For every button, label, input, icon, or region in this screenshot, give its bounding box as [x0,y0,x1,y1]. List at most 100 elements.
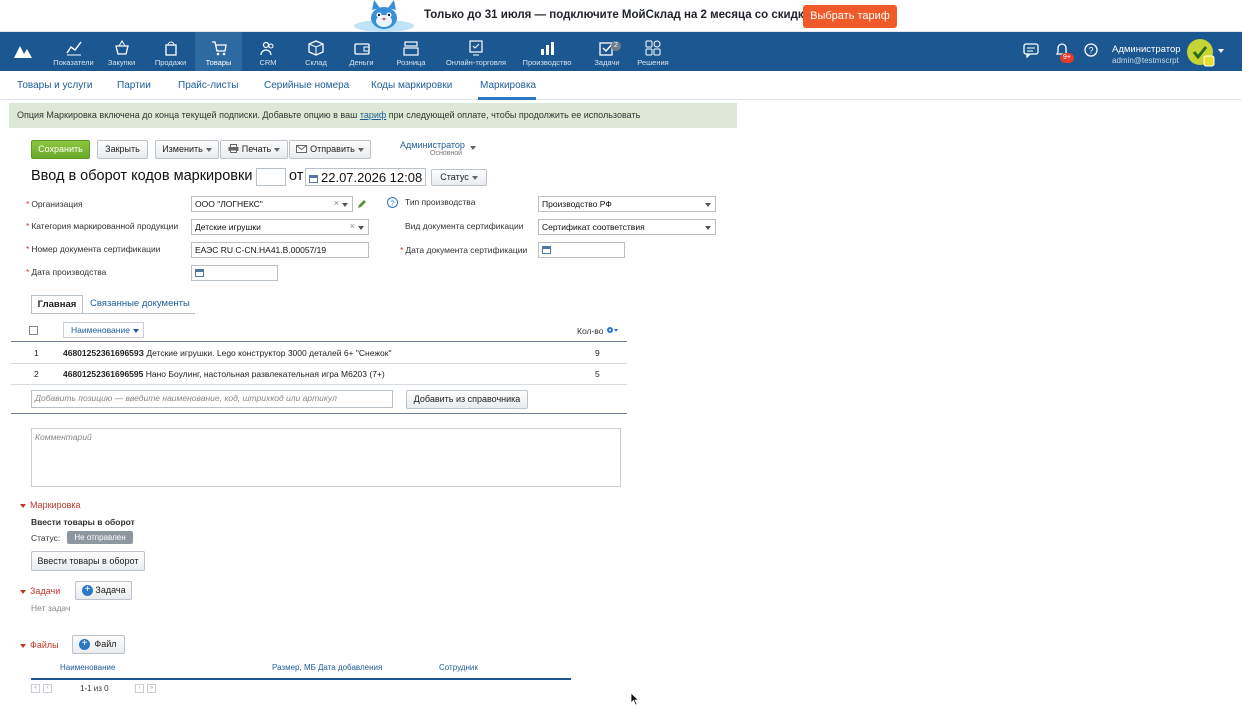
user-menu-chevron-icon[interactable] [1218,49,1224,53]
files-section-toggle[interactable]: Файлы [20,640,59,650]
register-icon [403,41,419,56]
owner-selector[interactable]: Администратор [400,140,465,150]
nav-item-label: Розница [396,58,426,67]
people-icon [260,41,274,56]
tab-main[interactable]: Главная [31,295,83,314]
nav-item-label: Склад [305,58,327,67]
nav-item-label: Деньги [349,58,374,67]
add-from-reference-button[interactable]: Добавить из справочника [406,390,528,409]
certnum-input[interactable]: ЕАЭС RU C-CN.HA41.B.00057/19 [191,242,369,258]
pager-last-button[interactable]: » [147,684,156,693]
plus-circle-icon: + [82,585,93,596]
prodtype-label: Тип производства [405,197,476,207]
doc-number-input[interactable] [256,168,286,186]
edit-menu-button[interactable]: Изменить [155,140,219,159]
owner-chevron-icon[interactable] [470,146,476,150]
moysklad-logo-icon[interactable] [13,43,33,59]
help-circle-icon[interactable]: ? [387,197,398,208]
chevron-down-icon[interactable] [705,226,711,230]
files-col-date[interactable]: Дата добавления [318,663,382,672]
submenu-item-2[interactable]: Прайс-листы [178,80,238,91]
nav-item-2[interactable]: Продажи [148,32,193,71]
choose-tariff-button[interactable]: Выбрать тариф [803,5,897,28]
wallet-icon [353,43,370,55]
certnum-label: * Номер документа сертификации [26,244,161,254]
certdate-input[interactable] [538,242,625,258]
nav-item-4[interactable]: CRM [246,32,290,71]
prodtype-select[interactable]: Производство РФ [538,196,716,212]
from-label: от [289,168,304,184]
submenu-item-5[interactable]: Маркировка [480,80,536,91]
nav-item-5[interactable]: Склад [294,32,338,71]
chevron-down-icon[interactable] [705,203,711,207]
certtype-select[interactable]: Сертификат соответствия [538,219,716,235]
submenu-item-0[interactable]: Товары и услуги [17,80,93,91]
help-icon[interactable]: ? [1084,43,1098,57]
comment-textarea[interactable]: Комментарий [31,428,621,487]
nav-item-10[interactable]: Задачи 2 [590,32,624,71]
status-button[interactable]: Статус [431,169,487,186]
add-task-button[interactable]: + Задача [75,581,132,600]
user-info[interactable]: Администратор admin@testmscrpt [1112,44,1181,65]
proddate-input[interactable] [191,265,278,281]
files-col-size[interactable]: Размер, МБ [272,663,316,672]
row-code: 4680125236169659З [63,348,144,358]
send-menu-button[interactable]: Отправить [289,140,371,159]
sort-chevron-icon [132,328,139,333]
category-select[interactable]: Детские игрушки × [191,219,369,235]
files-col-employee[interactable]: Сотрудник [439,663,478,672]
org-select[interactable]: ООО "ЛОГНЕКС" × [191,196,353,212]
online-store-icon [469,40,483,56]
pager-prev-button[interactable]: ‹ [43,684,52,693]
nav-item-3[interactable]: Товары [195,32,242,71]
chevron-down-icon [205,147,212,152]
select-all-checkbox[interactable] [29,326,38,335]
nav-item-1[interactable]: Закупки [100,32,143,71]
nav-item-9[interactable]: Производство [515,32,579,71]
avatar[interactable] [1186,38,1216,68]
chevron-down-icon [471,175,478,180]
category-value: Детские игрушки [195,222,261,232]
owner-group: Основной [430,150,463,157]
close-button[interactable]: Закрыть [97,140,148,159]
submenu-item-3[interactable]: Серийные номера [264,80,349,91]
add-file-button[interactable]: + Файл [72,635,125,654]
nav-item-0[interactable]: Показатели [51,32,96,71]
pencil-icon[interactable] [357,199,367,209]
main-navbar: Показатели Закупки Продажи Товары CRM Склад Де… [0,32,1242,71]
clear-icon[interactable]: × [334,198,339,208]
chat-icon[interactable] [1023,43,1039,58]
chart-line-icon [65,41,82,56]
save-button[interactable]: Сохранить [31,140,90,159]
table-row[interactable]: 1 4680125236169659З Детские игрушки. Lego… [11,343,627,363]
clear-icon[interactable]: × [350,221,355,231]
owner-name: Администратор [400,140,465,150]
add-position-input[interactable]: Добавить позицию — введите наименование,… [31,390,393,408]
put-into-circulation-button[interactable]: Ввести товары в оборот [31,551,145,571]
chevron-down-icon[interactable] [342,203,348,207]
tasks-section-toggle[interactable]: Задачи [20,586,60,596]
nav-item-8[interactable]: Онлайн-торговля [441,32,511,71]
table-row[interactable]: 2 46801252361696595 Нано Боулинг, настоль… [11,364,627,384]
files-col-name[interactable]: Наименование [60,663,115,672]
notice-text-end: при следующей оплате, чтобы продолжить е… [386,110,641,120]
tab-related-docs[interactable]: Связанные документы [90,298,190,309]
marking-section-toggle[interactable]: Маркировка [20,500,81,510]
print-menu-button[interactable]: Печать [220,140,288,159]
tariff-link[interactable]: тариф [360,110,386,120]
doc-date-input[interactable]: 22.07.2026 12:08 [305,168,426,186]
user-email: admin@testmscrpt [1112,56,1179,65]
nav-item-11[interactable]: Решения [632,32,674,71]
row-index: 2 [34,369,39,379]
nav-item-7[interactable]: Розница [386,32,436,71]
chevron-down-icon[interactable] [358,226,364,230]
submenu-item-1[interactable]: Партии [117,80,151,91]
column-header-name[interactable]: Наименование [63,322,144,338]
settings-gear-icon[interactable] [606,326,618,334]
submenu-item-4[interactable]: Коды маркировки [371,80,452,91]
basket-icon [114,40,129,55]
pager-next-button[interactable]: › [135,684,144,693]
printer-icon [228,144,239,153]
nav-item-6[interactable]: Деньги [340,32,383,71]
pager-first-button[interactable]: « [31,684,40,693]
